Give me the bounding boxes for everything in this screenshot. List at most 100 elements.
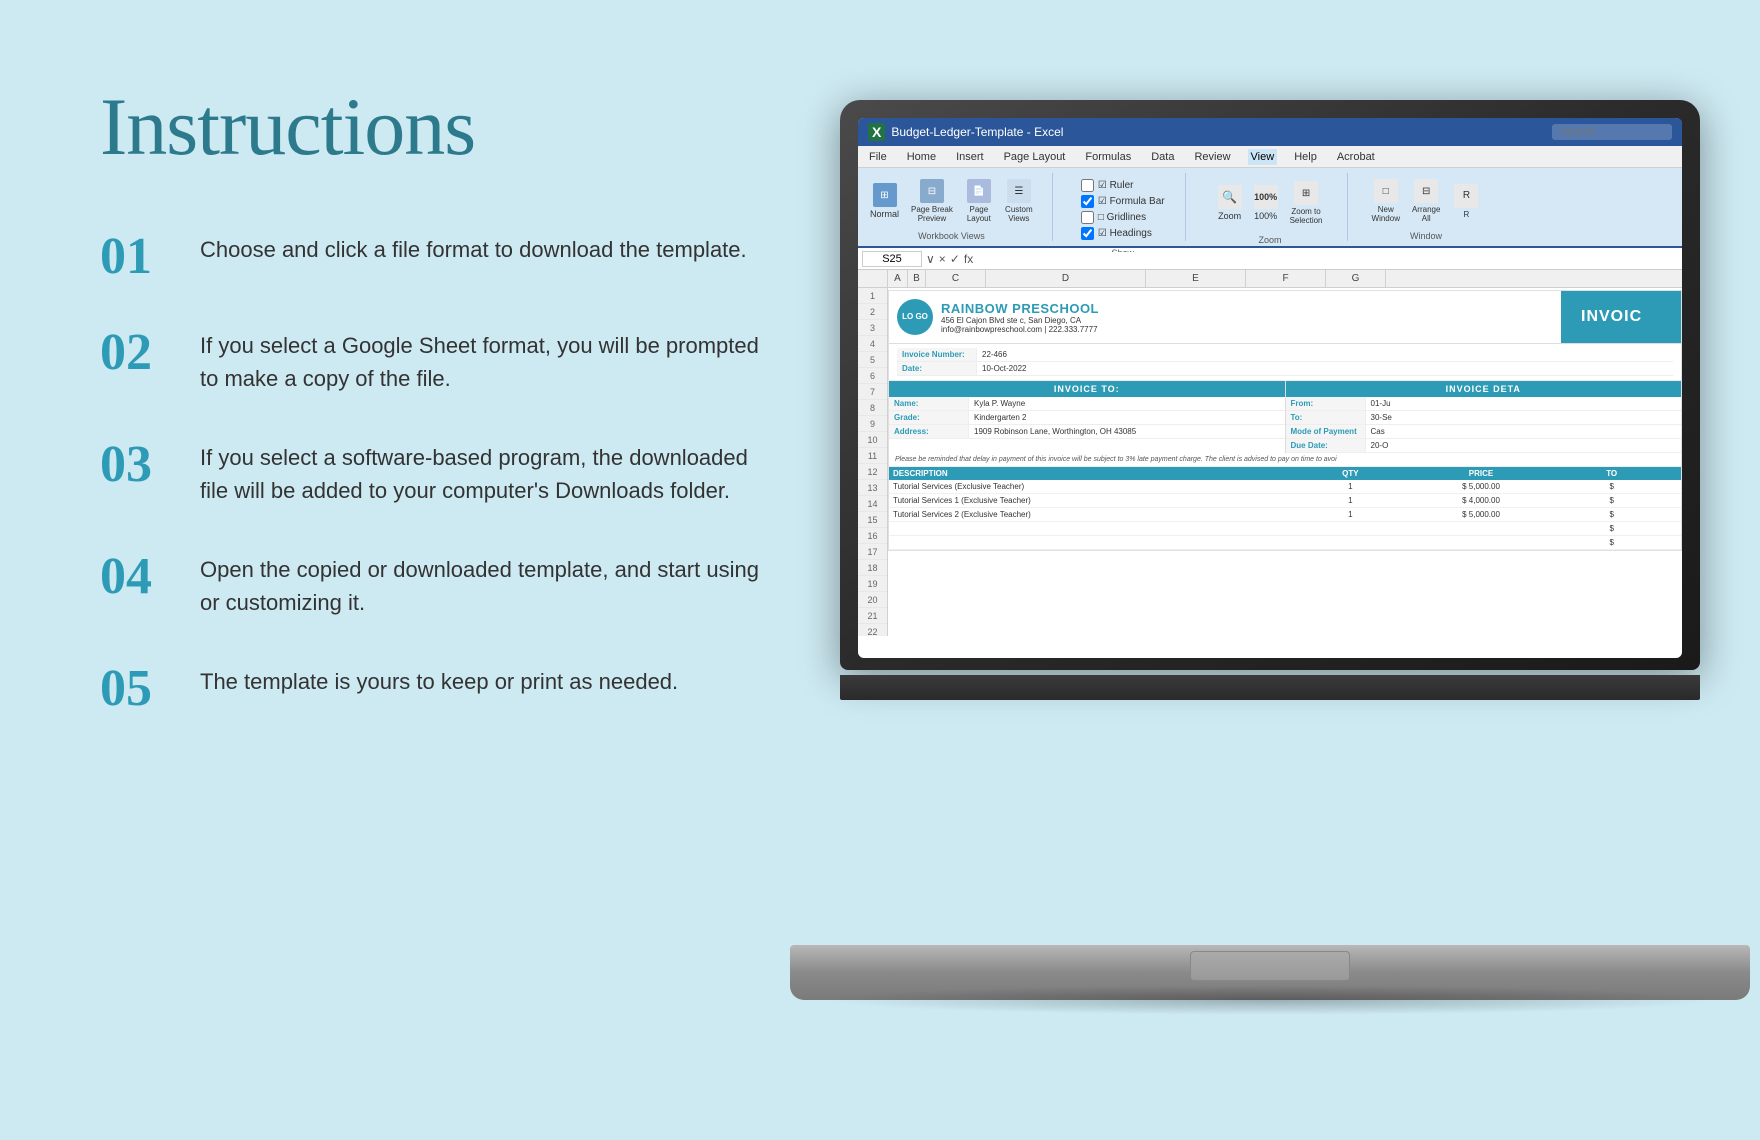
row-numbers: 1 2 3 4 5 6 7 8 9 10 11 xyxy=(858,288,888,636)
menu-review[interactable]: Review xyxy=(1191,149,1233,165)
ribbon-btn-100[interactable]: 100% 100% xyxy=(1250,183,1282,223)
school-address: 456 El Cajon Blvd ste c, San Diego, CA xyxy=(941,316,1099,325)
item-2-qty: 1 xyxy=(1285,496,1416,505)
formula-bar-checkbox[interactable] xyxy=(1081,195,1094,208)
menu-file[interactable]: File xyxy=(866,149,890,165)
payment-label: Mode of Payment xyxy=(1286,425,1366,438)
to-value: 30-Se xyxy=(1366,411,1682,424)
step-text-2: If you select a Google Sheet format, you… xyxy=(200,325,770,395)
ribbon-btn-zoom[interactable]: 🔍 Zoom xyxy=(1214,183,1246,223)
col-price-header: PRICE xyxy=(1416,469,1547,478)
col-g: G xyxy=(1326,270,1386,287)
gridlines-checkbox[interactable] xyxy=(1081,211,1094,224)
ruler-checkbox[interactable] xyxy=(1081,179,1094,192)
address-value: 1909 Robinson Lane, Worthington, OH 4308… xyxy=(969,425,1285,438)
menu-home[interactable]: Home xyxy=(904,149,939,165)
row-11: 11 xyxy=(858,448,887,464)
menu-page-layout[interactable]: Page Layout xyxy=(1001,149,1069,165)
menu-help[interactable]: Help xyxy=(1291,149,1320,165)
invoice-logo: LO GO xyxy=(897,299,933,335)
expand-icon[interactable]: ∨ xyxy=(926,252,935,266)
formula-bar: ∨ × ✓ fx xyxy=(858,248,1682,270)
row-3: 3 xyxy=(858,320,887,336)
excel-ui: X Budget-Ledger-Template - Excel File Ho… xyxy=(858,118,1682,658)
col-c: C xyxy=(926,270,986,287)
invoice-item-2: Tutorial Services 1 (Exclusive Teacher) … xyxy=(889,494,1681,508)
menu-formulas[interactable]: Formulas xyxy=(1082,149,1134,165)
due-row: Due Date: 20-O xyxy=(1286,439,1682,453)
row-20: 20 xyxy=(858,592,887,608)
logo-text: LO GO xyxy=(902,312,928,322)
cell-reference-input[interactable] xyxy=(862,251,922,267)
headings-checkbox[interactable] xyxy=(1081,227,1094,240)
address-row: Address: 1909 Robinson Lane, Worthington… xyxy=(889,425,1285,439)
invoice-number-label: Invoice Number: xyxy=(897,348,977,361)
menu-view[interactable]: View xyxy=(1248,149,1278,165)
laptop-shadow xyxy=(820,985,1720,1015)
invoice-items-header: DESCRIPTION QTY PRICE TO xyxy=(889,467,1681,480)
invoice-preview: LO GO RAINBOW PRESCHOOL 456 El Cajon Blv… xyxy=(888,290,1682,551)
formula-bar-check-row: ☑ Formula Bar xyxy=(1081,195,1165,208)
school-name: RAINBOW PRESCHOOL xyxy=(941,301,1099,316)
grade-value: Kindergarten 2 xyxy=(969,411,1285,424)
row-15: 15 xyxy=(858,512,887,528)
row-16: 16 xyxy=(858,528,887,544)
menu-acrobat[interactable]: Acrobat xyxy=(1334,149,1378,165)
invoice-to-header: INVOICE TO: xyxy=(889,381,1285,397)
list-item: 04 Open the copied or downloaded templat… xyxy=(100,549,770,619)
invoice-notice: Please be reminded that delay in payment… xyxy=(889,453,1681,467)
name-label: Name: xyxy=(889,397,969,410)
menu-data[interactable]: Data xyxy=(1148,149,1177,165)
row-12: 12 xyxy=(858,464,887,480)
excel-search-input[interactable] xyxy=(1552,124,1672,140)
cancel-formula-icon[interactable]: × xyxy=(939,252,946,266)
gridlines-label: □ Gridlines xyxy=(1098,212,1146,223)
col-d: D xyxy=(986,270,1146,287)
ribbon-btn-page-break[interactable]: ⊟ Page BreakPreview xyxy=(907,177,957,225)
item-3-total: $ xyxy=(1546,510,1677,519)
invoice-number-section: Invoice Number: 22-466 Date: 10-Oct-2022 xyxy=(889,344,1681,381)
col-b: B xyxy=(908,270,926,287)
item-3-qty: 1 xyxy=(1285,510,1416,519)
row-8: 8 xyxy=(858,400,887,416)
ribbon-btn-new-window[interactable]: □ NewWindow xyxy=(1368,177,1404,225)
excel-logo-icon: X xyxy=(868,123,885,141)
step-text-3: If you select a software-based program, … xyxy=(200,437,770,507)
function-icon[interactable]: fx xyxy=(964,252,973,266)
item-5-price xyxy=(1416,538,1547,547)
ribbon-btn-arrange[interactable]: ⊟ ArrangeAll xyxy=(1408,177,1444,225)
item-3-price: $ 5,000.00 xyxy=(1416,510,1547,519)
item-3-desc: Tutorial Services 2 (Exclusive Teacher) xyxy=(893,510,1285,519)
item-1-desc: Tutorial Services (Exclusive Teacher) xyxy=(893,482,1285,491)
ribbon-btn-page-layout[interactable]: 📄 PageLayout xyxy=(961,177,997,225)
row-2: 2 xyxy=(858,304,887,320)
ribbon-btn-custom-views[interactable]: ☰ CustomViews xyxy=(1001,177,1037,225)
step-text-1: Choose and click a file format to downlo… xyxy=(200,229,747,266)
item-4-total: $ xyxy=(1546,524,1677,533)
excel-menu-bar: File Home Insert Page Layout Formulas Da… xyxy=(858,146,1682,168)
grade-row: Grade: Kindergarten 2 xyxy=(889,411,1285,425)
ribbon-btn-r[interactable]: R R xyxy=(1448,182,1484,221)
step-number-3: 03 xyxy=(100,439,200,491)
ribbon-btn-zoom-selection[interactable]: ⊞ Zoom toSelection xyxy=(1286,179,1327,227)
row-7: 7 xyxy=(858,384,887,400)
row-10: 10 xyxy=(858,432,887,448)
row-1: 1 xyxy=(858,288,887,304)
ruler-check-row: ☑ Ruler xyxy=(1081,179,1165,192)
confirm-formula-icon[interactable]: ✓ xyxy=(950,252,960,266)
invoice-item-3: Tutorial Services 2 (Exclusive Teacher) … xyxy=(889,508,1681,522)
laptop-touchpad xyxy=(1190,951,1350,981)
row-22: 22 xyxy=(858,624,887,636)
menu-insert[interactable]: Insert xyxy=(953,149,987,165)
row-13: 13 xyxy=(858,480,887,496)
ribbon-btn-normal[interactable]: ⊞ Normal xyxy=(866,181,903,221)
formula-bar-label: ☑ Formula Bar xyxy=(1098,196,1165,207)
zoom-label: Zoom xyxy=(1259,235,1282,245)
item-5-total: $ xyxy=(1546,538,1677,547)
workbook-views-label: Workbook Views xyxy=(918,231,985,241)
excel-ribbon: ⊞ Normal ⊟ Page BreakPreview 📄 xyxy=(858,168,1682,248)
formula-input[interactable] xyxy=(977,252,1678,266)
due-value: 20-O xyxy=(1366,439,1682,452)
item-1-total: $ xyxy=(1546,482,1677,491)
from-row: From: 01-Ju xyxy=(1286,397,1682,411)
